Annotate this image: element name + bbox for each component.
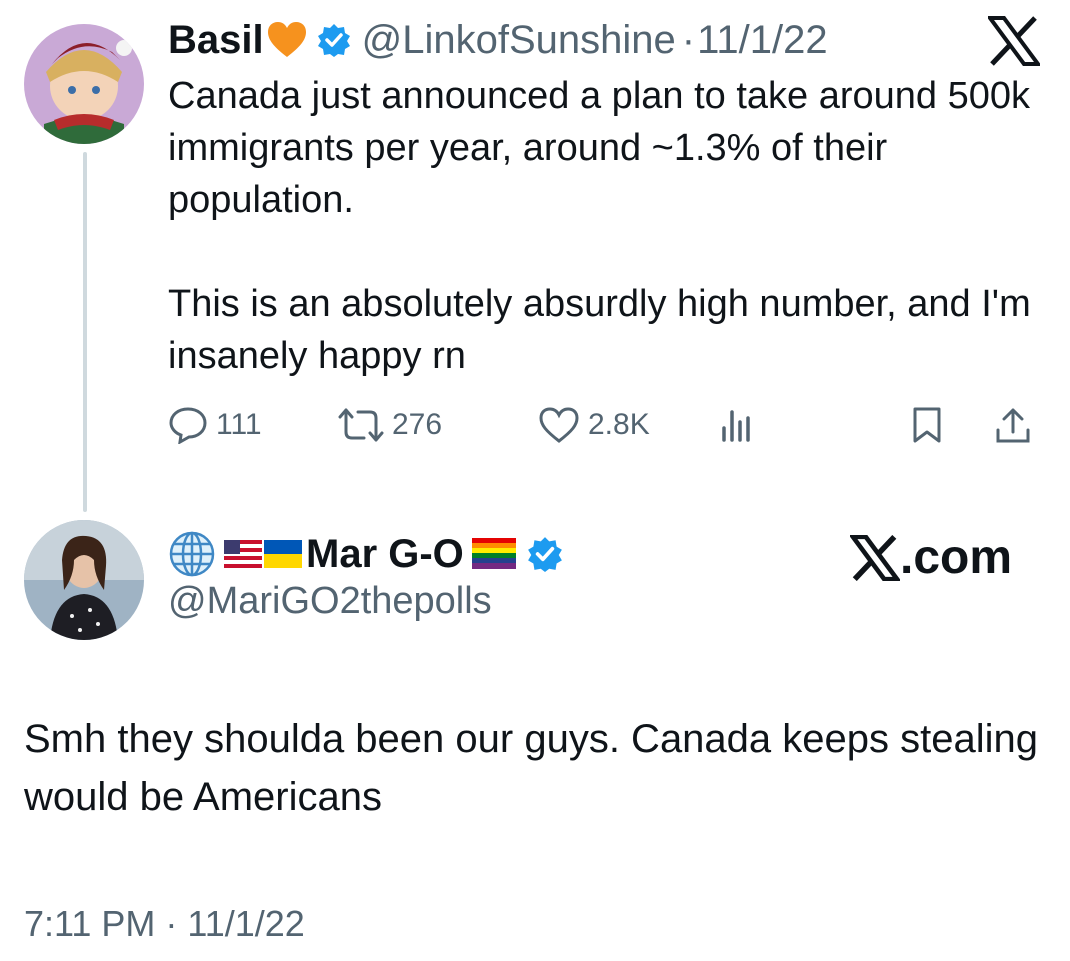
avatar-basil[interactable] <box>24 24 144 144</box>
retweet-count: 276 <box>392 408 443 441</box>
thread-connector-line <box>83 152 87 512</box>
share-icon <box>994 406 1032 446</box>
verified-badge-icon <box>316 22 352 58</box>
tweet-header: Mar G-O <box>168 526 564 582</box>
x-logo-icon <box>850 534 900 581</box>
bookmark-icon <box>910 406 944 444</box>
display-name[interactable]: Basil <box>168 18 264 63</box>
xcom-text: .com <box>900 531 1013 584</box>
views-button[interactable] <box>718 406 758 444</box>
verified-badge-icon <box>526 535 564 573</box>
share-button[interactable] <box>994 406 1032 446</box>
handle[interactable]: @MariGO2thepolls <box>168 580 492 623</box>
avatar-mar-go[interactable] <box>24 520 144 640</box>
tweet-paragraph: Canada just announced a plan to take aro… <box>168 75 1030 221</box>
timestamp[interactable]: 7:11 PM · 11/1/22 <box>24 903 305 945</box>
tweet-header: Basil @LinkofSunshine · 11/1/22 <box>168 12 828 68</box>
tweet-body: Smh they shoulda been our guys. Canada k… <box>24 717 1039 819</box>
rainbow-flag-icon <box>471 538 516 570</box>
like-icon <box>538 406 580 444</box>
reply-count: 111 <box>216 408 262 441</box>
orange-heart-icon <box>266 21 308 59</box>
us-flag-icon <box>224 540 262 568</box>
retweet-icon <box>338 406 384 444</box>
retweet-button[interactable]: 276 <box>338 406 442 444</box>
reply-icon <box>168 406 208 444</box>
tweet-actions: 111 276 2.8K <box>168 400 1048 460</box>
separator-dot: · <box>681 17 696 62</box>
ukraine-flag-icon <box>264 540 302 568</box>
x-logo-icon <box>985 14 1043 68</box>
tweet-body: Canada just announced a plan to take aro… <box>168 70 1048 434</box>
reply-button[interactable]: 111 <box>168 406 262 444</box>
bookmark-button[interactable] <box>910 406 944 444</box>
display-name[interactable]: Mar G-O <box>306 532 464 577</box>
like-count: 2.8K <box>588 408 650 441</box>
handle[interactable]: @LinkofSunshine <box>362 18 676 63</box>
like-button[interactable]: 2.8K <box>538 406 650 444</box>
views-icon <box>718 406 758 444</box>
xcom-watermark: .com <box>850 530 1012 585</box>
globe-icon <box>168 530 216 578</box>
tweet-paragraph: This is an absolutely absurdly high numb… <box>168 283 1031 377</box>
post-date[interactable]: 11/1/22 <box>697 18 828 63</box>
